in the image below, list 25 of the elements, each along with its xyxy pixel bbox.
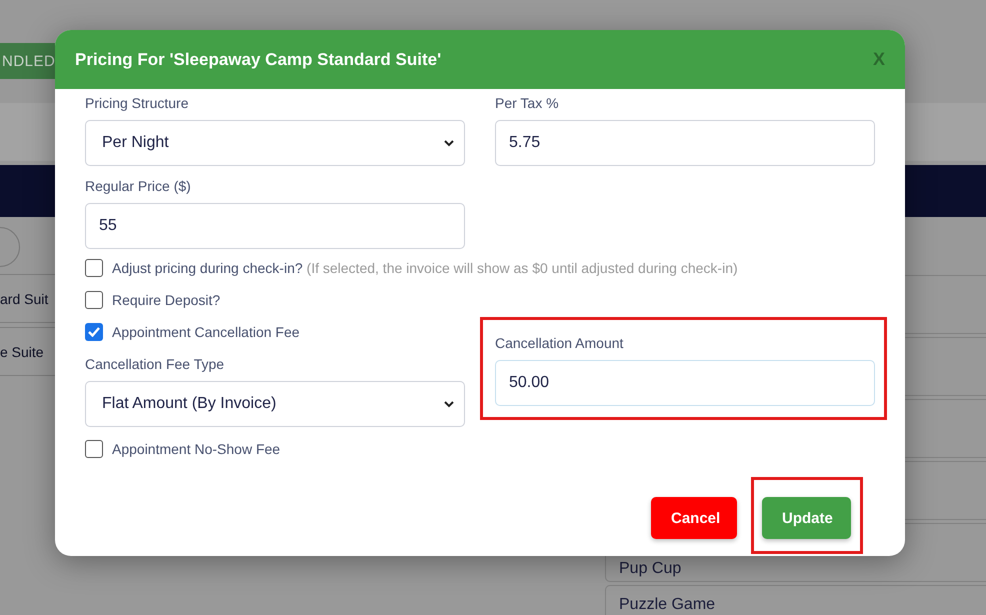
checkbox[interactable] <box>85 440 103 458</box>
list-row-text[interactable]: ard Suit <box>0 290 48 306</box>
price-input[interactable]: 55 <box>85 203 465 249</box>
checkbox-label: Appointment Cancellation Fee <box>112 324 300 340</box>
checkbox-label: Appointment No-Show Fee <box>112 441 280 457</box>
checkbox-label: Adjust pricing during check-in? (If selected, the invoice will show as $0 until adjusted during check-in) <box>112 260 738 276</box>
list-card[interactable]: Puzzle Game <box>605 585 986 615</box>
checkbox-label: Require Deposit? <box>112 292 220 308</box>
field-label: Pricing Structure <box>85 95 190 111</box>
field-label: Per Tax % <box>495 95 560 111</box>
checkbox[interactable] <box>85 323 103 341</box>
amount-input[interactable]: 50.00 <box>495 360 875 406</box>
chevron-down-icon <box>444 140 454 146</box>
pricing-structure-select[interactable]: Per Night <box>85 120 465 166</box>
field-label: Cancellation Amount <box>495 335 624 351</box>
tax-input[interactable]: 5.75 <box>495 120 875 166</box>
fee-type-select[interactable]: Flat Amount (By Invoice) <box>85 381 465 427</box>
dialog-title: Pricing For 'Sleepaway Camp Standard Suite' <box>75 50 442 70</box>
cancel-button[interactable]: Cancel <box>651 497 737 539</box>
list-row-text[interactable]: e Suite <box>0 344 44 360</box>
chevron-down-icon <box>444 400 454 408</box>
field-label: Cancellation Fee Type <box>85 356 226 372</box>
field-label: Regular Price ($) <box>85 178 192 194</box>
checkbox[interactable] <box>85 259 103 277</box>
checkbox[interactable] <box>85 291 103 309</box>
